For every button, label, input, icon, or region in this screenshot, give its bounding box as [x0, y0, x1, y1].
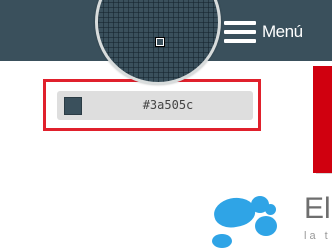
color-picker-field[interactable]: #3a505c	[57, 91, 253, 120]
logo-text: El	[304, 192, 331, 225]
divider	[316, 173, 332, 174]
red-side-block	[313, 66, 332, 173]
logo-subtext: la t	[304, 230, 331, 242]
menu-button[interactable]: Menú	[224, 17, 328, 47]
color-picker-magnifier[interactable]	[95, 0, 221, 85]
color-hex-value[interactable]: #3a505c	[87, 91, 249, 120]
site-logo[interactable]: El la t	[211, 190, 332, 251]
crosshair-pixel-icon	[155, 37, 165, 47]
logo-mark-icon	[211, 194, 258, 231]
logo-mark-dot	[265, 204, 276, 215]
menu-label: Menú	[262, 22, 303, 41]
color-swatch[interactable]	[64, 97, 82, 115]
hamburger-icon	[224, 20, 256, 44]
logo-mark-dot	[212, 234, 232, 248]
logo-mark-dot	[255, 216, 277, 236]
